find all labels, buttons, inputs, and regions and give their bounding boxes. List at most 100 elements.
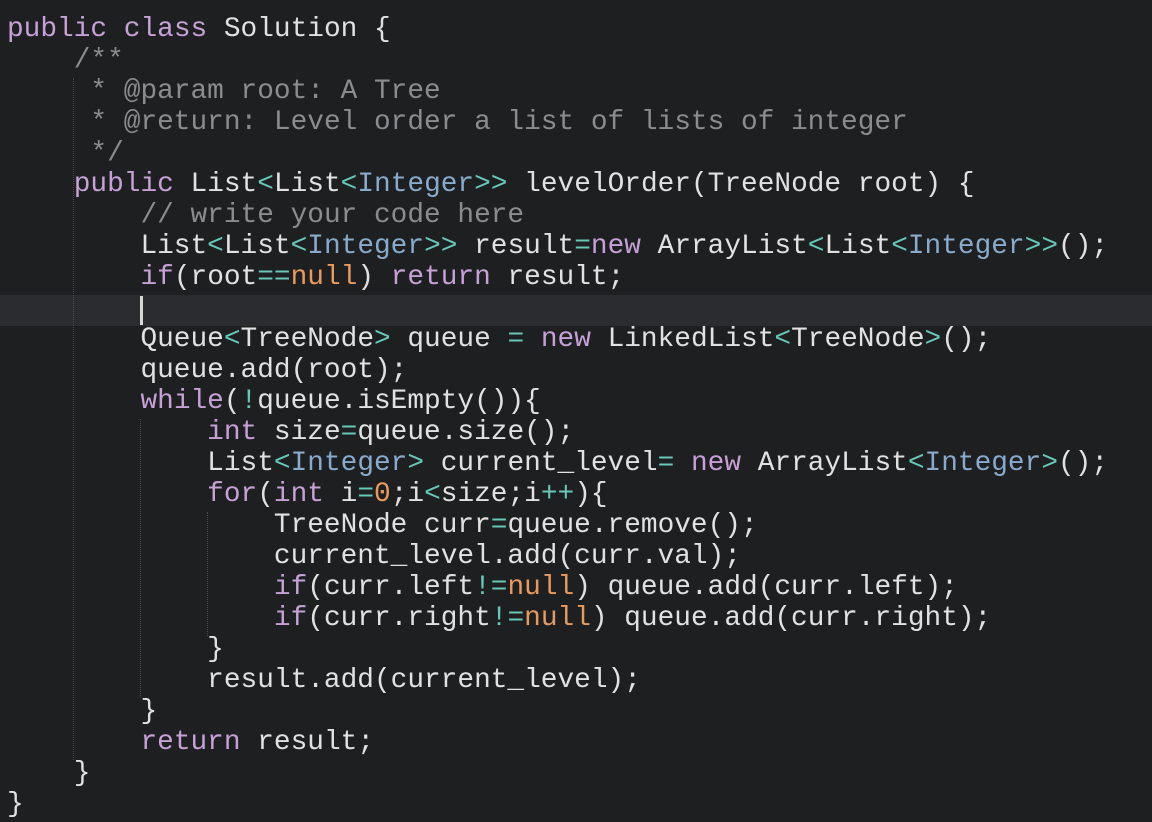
code-token: return	[140, 727, 241, 758]
code-token: <	[891, 231, 908, 262]
code-token: queue.add(root);	[7, 355, 408, 386]
code-token: >>	[424, 231, 458, 262]
code-token: >	[1041, 448, 1058, 479]
code-token: (	[257, 479, 274, 510]
code-line[interactable]: List<List<Integer>> result=new ArrayList…	[7, 231, 1108, 262]
code-token: size	[257, 417, 341, 448]
code-token: * @param root: A Tree	[90, 76, 441, 107]
code-line[interactable]: }	[7, 789, 24, 820]
code-token: Integer	[357, 169, 475, 200]
code-line[interactable]: * @param root: A Tree	[7, 76, 441, 107]
code-token: =	[490, 510, 508, 541]
code-line[interactable]: return result;	[7, 727, 374, 758]
code-editor[interactable]: public class Solution { /** * @param roo…	[0, 0, 1152, 822]
code-token: new	[540, 324, 591, 355]
code-token: */	[90, 138, 124, 169]
code-token: =	[657, 448, 675, 479]
code-token: queue.size();	[357, 417, 575, 448]
code-token: List	[824, 231, 892, 262]
code-token: queue	[390, 324, 508, 355]
code-line[interactable]: result.add(current_level);	[7, 665, 641, 696]
code-token: !=	[474, 572, 508, 603]
code-token: Integer	[307, 231, 425, 262]
code-line[interactable]: if(root==null) return result;	[7, 262, 624, 293]
code-token: int	[207, 417, 258, 448]
code-token: ==	[257, 262, 291, 293]
code-token: <	[223, 324, 241, 355]
code-token: >>	[474, 169, 508, 200]
code-token: Queue	[7, 324, 224, 355]
code-line[interactable]: public class Solution {	[7, 14, 391, 45]
code-token: <	[807, 231, 825, 262]
code-line[interactable]: }	[7, 758, 91, 789]
code-token: public	[7, 14, 108, 45]
code-token: Integer	[924, 448, 1042, 479]
text-cursor	[140, 296, 143, 325]
code-token: (curr.right	[307, 603, 491, 634]
code-line[interactable]: TreeNode curr=queue.remove();	[7, 510, 758, 541]
code-token: >	[407, 448, 425, 479]
code-token: ++	[540, 479, 575, 510]
code-line[interactable]: for(int i=0;i<size;i++){	[7, 479, 607, 510]
code-line[interactable]: public List<List<Integer>> levelOrder(Tr…	[7, 169, 975, 200]
code-line[interactable]: /**	[7, 45, 124, 76]
code-token: result;	[490, 262, 625, 293]
code-line[interactable]: * @return: Level order a list of lists o…	[7, 107, 908, 138]
code-line[interactable]: int size=queue.size();	[7, 417, 574, 448]
code-token: null	[290, 262, 358, 293]
code-token: while	[140, 386, 224, 417]
code-line[interactable]: List<Integer> current_level= new ArrayLi…	[7, 448, 1108, 479]
code-line[interactable]: if(curr.right!=null) queue.add(curr.righ…	[7, 603, 991, 634]
code-token: TreeNode curr	[7, 510, 491, 541]
code-token: ArrayList	[741, 448, 908, 479]
code-token: <	[257, 169, 274, 200]
code-token: List	[7, 231, 208, 262]
code-token: // write your code here	[140, 200, 525, 231]
code-token: queue.isEmpty()){	[257, 386, 541, 417]
current-line-highlight	[0, 295, 1152, 326]
code-token: for	[207, 479, 258, 510]
code-token: ) queue.add(curr.right);	[590, 603, 992, 634]
code-token: ();	[1058, 448, 1109, 479]
code-token: }	[7, 696, 158, 727]
code-token: List	[7, 448, 274, 479]
code-token: queue.remove();	[507, 510, 758, 541]
code-token: ();	[941, 324, 992, 355]
code-token: <	[907, 448, 925, 479]
code-token: levelOrder(TreeNode root) {	[507, 169, 975, 200]
code-token: }	[7, 789, 24, 820]
code-token: result.add(current_level);	[7, 665, 641, 696]
code-line[interactable]: current_level.add(curr.val);	[7, 541, 741, 572]
code-token: ) queue.add(curr.left);	[574, 572, 958, 603]
code-token: List	[223, 231, 291, 262]
code-line[interactable]: while(!queue.isEmpty()){	[7, 386, 541, 417]
code-token: (curr.left	[307, 572, 475, 603]
code-token: TreeNode	[240, 324, 374, 355]
code-token: Integer	[290, 448, 408, 479]
code-token: =	[340, 417, 358, 448]
code-token: <	[424, 479, 441, 510]
code-token: * @return: Level order a list of lists o…	[90, 107, 908, 138]
code-token: }	[7, 758, 91, 789]
code-line[interactable]: if(curr.left!=null) queue.add(curr.left)…	[7, 572, 958, 603]
code-token: (root	[173, 262, 258, 293]
code-line[interactable]: queue.add(root);	[7, 355, 407, 386]
code-token: null	[524, 603, 591, 634]
code-line[interactable]: }	[7, 696, 157, 727]
code-line[interactable]: Queue<TreeNode> queue = new LinkedList<T…	[7, 324, 991, 355]
code-token: Integer	[907, 231, 1025, 262]
code-line[interactable]: }	[7, 634, 224, 665]
code-token: size;i	[440, 479, 541, 510]
code-token: <	[290, 231, 308, 262]
code-token: !	[240, 386, 258, 417]
code-token: /**	[73, 45, 124, 76]
code-line[interactable]: // write your code here	[7, 200, 524, 231]
code-line[interactable]: */	[7, 138, 124, 169]
